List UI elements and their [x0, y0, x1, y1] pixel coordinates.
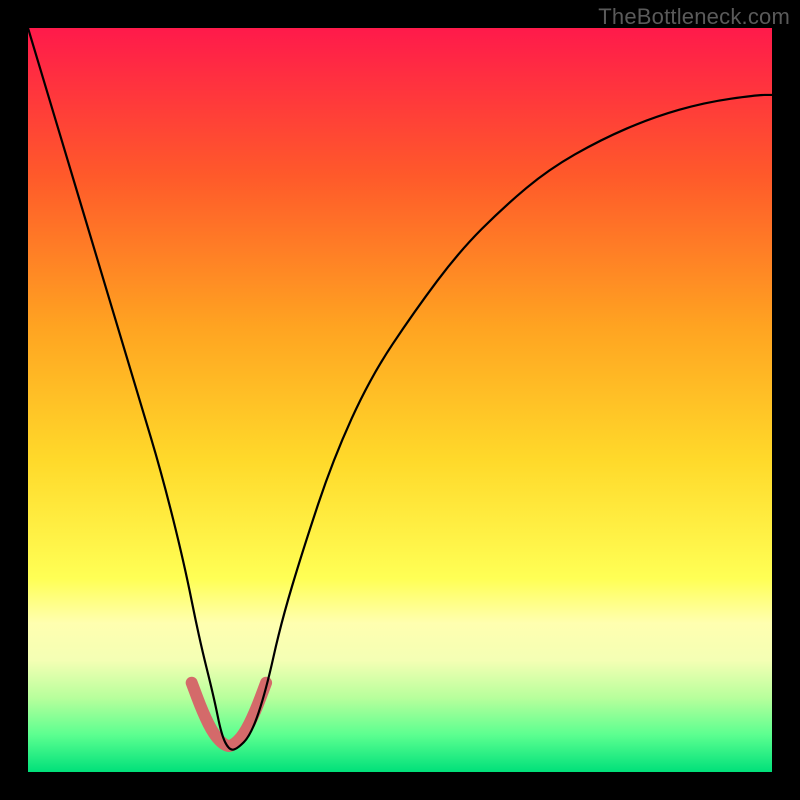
- chart-frame: TheBottleneck.com: [0, 0, 800, 800]
- plot-area: [28, 28, 772, 772]
- bottleneck-curve-path: [28, 28, 772, 750]
- highlight-u-path: [192, 683, 266, 746]
- curve-layer: [28, 28, 772, 772]
- watermark-text: TheBottleneck.com: [598, 4, 790, 30]
